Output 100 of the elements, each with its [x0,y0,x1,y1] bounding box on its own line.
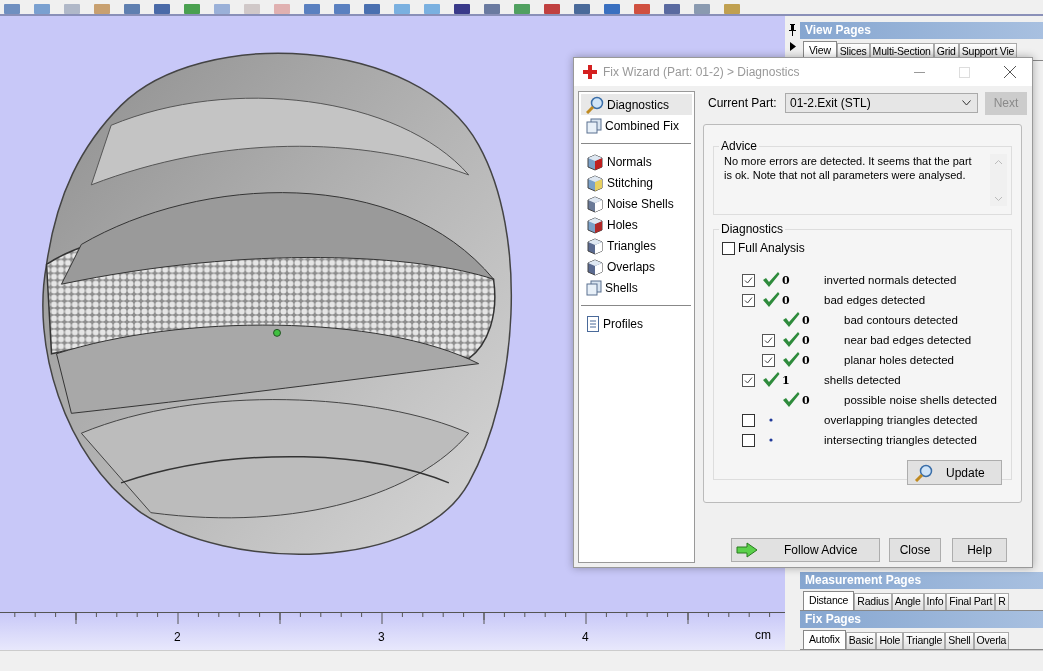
checkbox[interactable] [762,353,775,367]
toolbar-icon[interactable] [484,4,500,14]
result-count: 0 [802,353,810,367]
search-icon [914,463,934,482]
result-count: 0 [782,273,790,287]
follow-advice-button[interactable]: Follow Advice [731,538,880,562]
page-tab[interactable]: Autofix [803,630,846,649]
toolbar-icon[interactable] [574,4,590,14]
ruler-label: 2 [174,630,181,644]
result-count: 1 [782,373,790,387]
layers-icon [586,117,602,134]
page-tab[interactable]: Hole [876,632,904,649]
group-title: Advice [720,139,759,153]
toolbar-icon[interactable] [4,4,20,14]
nav-item[interactable]: Shells [581,277,692,298]
cube-icon [586,257,604,276]
arrow-icon [736,542,758,558]
toolbar-icon[interactable] [94,4,110,14]
page-tab[interactable]: Triangle [903,632,946,649]
toolbar-icon[interactable] [304,4,320,14]
pin-icon[interactable] [788,24,797,36]
checkbox[interactable] [742,373,755,387]
page-tab[interactable]: Radius [854,593,892,610]
help-button[interactable]: Help [952,538,1007,562]
diagnostic-label: intersecting triangles detected [824,434,977,446]
cube-icon [586,215,604,234]
toolbar-icon[interactable] [364,4,380,14]
page-tab[interactable]: Shell [945,632,974,649]
toolbar-icon[interactable] [544,4,560,14]
diagnostic-label: overlapping triangles detected [824,414,978,426]
ruler-label: 3 [378,630,385,644]
close-icon[interactable] [1004,66,1016,78]
toolbar-icon[interactable] [34,4,50,14]
toolbar-icon[interactable] [724,4,740,14]
toolbar-icon[interactable] [604,4,620,14]
cross-icon [583,65,597,79]
page-tab[interactable]: R [995,593,1009,610]
toolbar-icon[interactable] [634,4,650,14]
panel-header: Measurement Pages [800,572,1043,589]
checkbox[interactable] [742,433,755,447]
toolbar-icon[interactable] [124,4,140,14]
nav-item[interactable]: Noise Shells [581,193,692,214]
ruler-label: 4 [582,630,589,644]
cube-icon [586,173,604,192]
ruler-unit: cm [755,628,771,642]
toolbar-icon[interactable] [154,4,170,14]
toolbar-icon[interactable] [274,4,290,14]
maximize-icon[interactable] [959,66,970,78]
checkbox[interactable] [742,413,755,427]
result-count: 0 [782,293,790,307]
diagnostic-label: near bad edges detected [844,334,972,346]
diagnostic-label: inverted normals detected [824,274,957,286]
toolbar-icon[interactable] [334,4,350,14]
page-tab[interactable]: Distance [803,591,855,610]
diagnostic-label: shells detected [824,374,901,386]
toolbar-icon[interactable] [694,4,710,14]
toolbar-icon[interactable] [664,4,680,14]
toolbar-icon[interactable] [64,4,80,14]
toolbar-icon[interactable] [424,4,440,14]
page-tab[interactable]: Overla [973,632,1010,649]
result-count: 0 [802,393,810,407]
nav-item[interactable]: Combined Fix [581,115,692,136]
checkbox[interactable] [762,333,775,347]
part-dropdown[interactable]: 01-2.Exit (STL) [785,93,978,113]
nav-item[interactable]: Normals [581,151,692,172]
checkbox[interactable] [742,293,755,307]
page-tab[interactable]: Basic [845,632,877,649]
toolbar-icon[interactable] [454,4,470,14]
chevron-down-icon [962,100,971,106]
toolbar-icon[interactable] [214,4,230,14]
page-tab[interactable]: Angle [891,593,924,610]
nav-item[interactable]: Profiles [581,313,692,334]
nav-item[interactable]: Holes [581,214,692,235]
layers-icon [586,279,602,296]
page-tab[interactable]: Info [923,593,947,610]
document-icon [586,315,600,332]
nav-item[interactable]: Diagnostics [581,94,692,115]
toolbar-icon[interactable] [394,4,410,14]
diagnostic-label: bad contours detected [844,314,958,326]
toolbar-icon[interactable] [244,4,260,14]
field-label: Current Part: [707,96,778,110]
diagnostic-label: planar holes detected [844,354,954,366]
close-button[interactable]: Close [889,538,941,562]
toolbar-icon[interactable] [184,4,200,14]
result-count: 0 [802,313,810,327]
nav-item[interactable]: Triangles [581,235,692,256]
nav-item[interactable]: Stitching [581,172,692,193]
cube-icon [586,194,604,213]
page-tab[interactable]: Final Part [946,593,996,610]
panel-header: Fix Pages [800,611,1043,628]
checkbox[interactable] [722,241,735,255]
toolbar-icon[interactable] [514,4,530,14]
update-button[interactable]: Update [907,460,1002,485]
checkbox-label: Full Analysis [738,241,805,255]
diagnostic-label: bad edges detected [824,294,926,306]
cube-icon [586,152,604,171]
nav-item[interactable]: Overlaps [581,256,692,277]
group-title: Diagnostics [720,222,785,236]
checkbox[interactable] [742,273,755,287]
arrow-icon[interactable] [789,42,796,51]
